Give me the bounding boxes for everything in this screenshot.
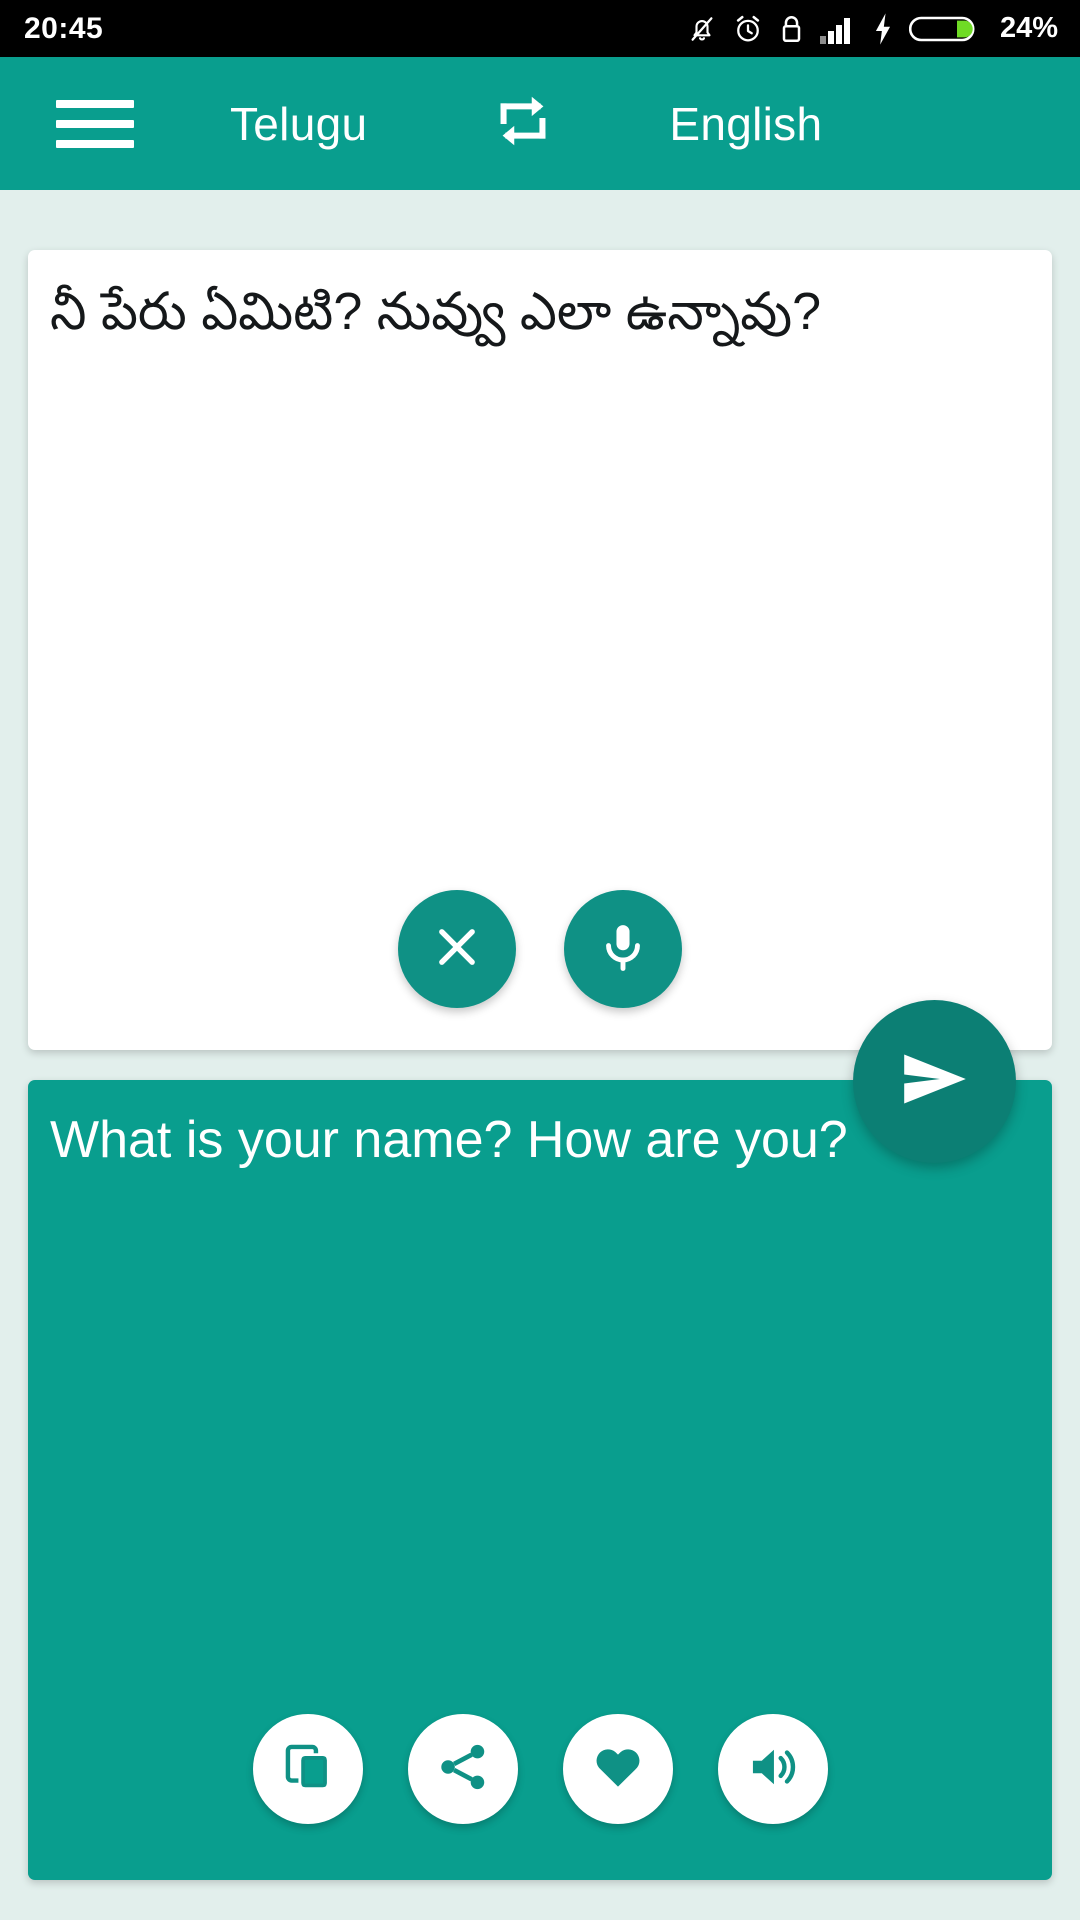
source-text-card[interactable]: నీ పేరు ఏమిటి? నువ్వు ఎలా ఉన్నావు? [28, 250, 1052, 1050]
battery-icon [908, 12, 979, 46]
hamburger-menu-icon[interactable] [56, 94, 134, 154]
charging-bolt-icon [872, 12, 894, 46]
mic-button[interactable] [564, 890, 682, 1008]
copy-icon [280, 1739, 336, 1800]
microphone-icon [595, 919, 651, 980]
source-action-buttons [28, 890, 1052, 1008]
hamburger-bar-3 [56, 139, 134, 148]
signal-icon [819, 12, 857, 46]
clear-button[interactable] [398, 890, 516, 1008]
source-text-input[interactable]: నీ పేరు ఏమిటి? నువ్వు ఎలా ఉన్నావు? [50, 280, 1030, 345]
hamburger-bar-2 [56, 119, 134, 128]
target-text-card[interactable]: What is your name? How are you? [28, 1080, 1052, 1880]
notifications-off-icon [687, 12, 717, 46]
status-bar-icons: 24% [687, 12, 1058, 46]
send-button[interactable] [853, 1000, 1016, 1163]
share-button[interactable] [407, 1714, 518, 1824]
copy-button[interactable] [252, 1714, 363, 1824]
status-bar-clock: 20:45 [24, 11, 104, 45]
heart-icon [590, 1739, 646, 1800]
target-language-selector[interactable]: English [669, 97, 822, 151]
source-language-selector[interactable]: Telugu [230, 97, 367, 151]
app-toolbar: Telugu English [0, 57, 1080, 190]
speak-button[interactable] [717, 1714, 828, 1824]
battery-percentage: 24% [999, 12, 1058, 44]
send-icon [893, 1037, 977, 1126]
close-icon [429, 919, 485, 980]
target-action-buttons [28, 1714, 1052, 1824]
favorite-button[interactable] [562, 1714, 673, 1824]
swap-languages-icon [491, 86, 555, 161]
status-bar: 20:45 24% [0, 0, 1080, 57]
alarm-icon [732, 12, 764, 46]
speaker-icon [745, 1739, 801, 1800]
swap-languages-button[interactable] [487, 88, 559, 160]
hamburger-bar-1 [56, 99, 134, 108]
screen-lock-icon [779, 12, 804, 46]
share-icon [435, 1739, 491, 1800]
